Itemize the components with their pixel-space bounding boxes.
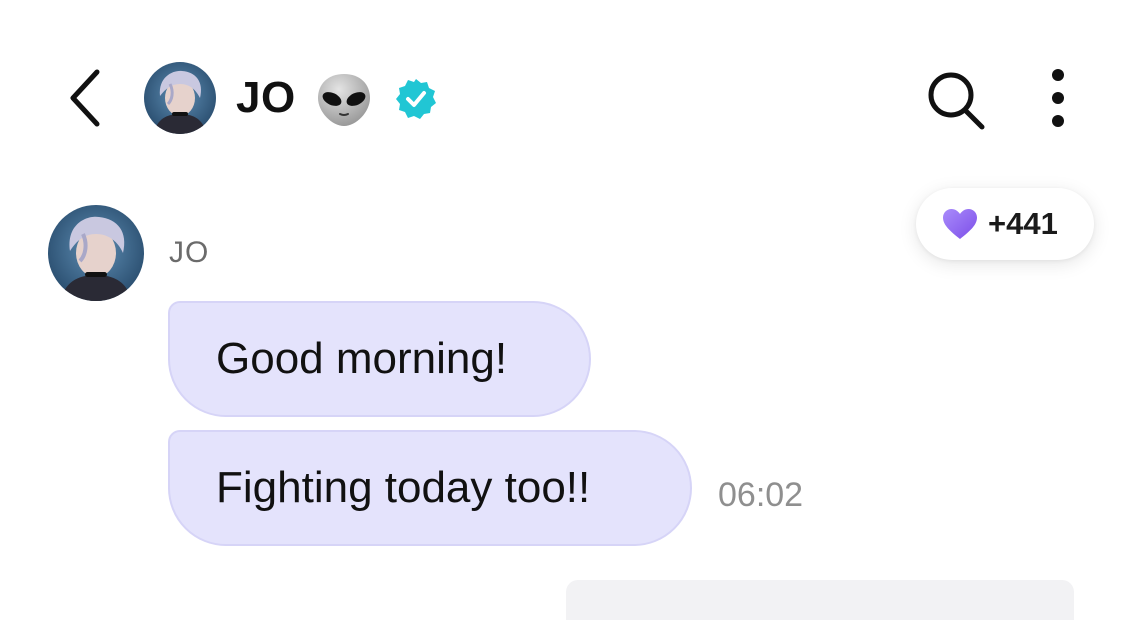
heart-reaction-counter[interactable]: +441	[916, 188, 1094, 260]
heart-icon	[943, 209, 977, 239]
search-button[interactable]	[924, 68, 988, 132]
chat-title: JO	[236, 73, 296, 122]
message-bubble[interactable]: Fighting today too!!	[168, 430, 692, 546]
chevron-left-icon	[70, 69, 100, 127]
back-button[interactable]	[50, 60, 120, 136]
sender-avatar[interactable]	[48, 205, 144, 301]
sender-name: JO	[169, 236, 210, 269]
heart-count: +441	[988, 206, 1058, 241]
message-bubble[interactable]: Good morning!	[168, 301, 591, 417]
more-options-button[interactable]	[1036, 66, 1080, 132]
verified-badge-icon	[394, 77, 438, 121]
alien-emoji-icon	[314, 70, 374, 130]
next-message-bubble-edge	[566, 580, 1074, 620]
search-icon	[928, 72, 985, 130]
header-avatar[interactable]	[144, 62, 216, 134]
message-timestamp: 06:02	[718, 476, 804, 514]
more-vertical-icon	[1052, 69, 1064, 127]
chat-header: JO	[0, 0, 1125, 196]
